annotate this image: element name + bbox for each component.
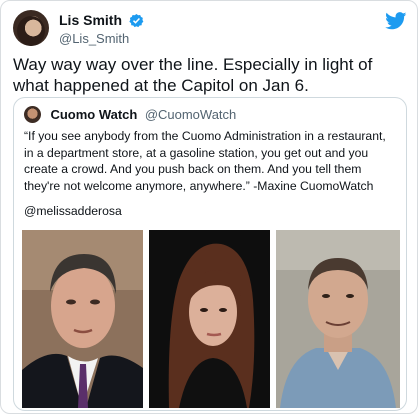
man-blue-shirt-photo[interactable]	[276, 230, 400, 408]
author-names: Lis Smith @Lis_Smith	[59, 11, 144, 47]
quoted-tweet-text: “If you see anybody from the Cuomo Admin…	[24, 129, 386, 193]
tweet-header: Lis Smith @Lis_Smith	[13, 10, 409, 48]
quoted-tweet-photos	[22, 230, 400, 408]
tweet-card[interactable]: Lis Smith @Lis_Smith Way way way over th…	[0, 0, 418, 414]
quoted-author-avatar[interactable]	[24, 106, 41, 123]
man-in-suit-photo[interactable]	[22, 230, 143, 408]
quoted-tweet[interactable]: Cuomo Watch @CuomoWatch “If you see anyb…	[13, 97, 407, 411]
quoted-author-display-name[interactable]: Cuomo Watch	[50, 107, 137, 122]
author-display-name[interactable]: Lis Smith	[59, 11, 122, 29]
quoted-tweet-header: Cuomo Watch @CuomoWatch	[24, 106, 236, 124]
author-avatar[interactable]	[13, 10, 49, 46]
verified-badge-icon	[129, 13, 144, 28]
woman-dark-hair-photo[interactable]	[149, 230, 270, 408]
author-handle[interactable]: @Lis_Smith	[59, 30, 144, 47]
quoted-author-handle[interactable]: @CuomoWatch	[145, 107, 236, 122]
tweet-text: Way way way over the line. Especially in…	[13, 55, 373, 95]
twitter-bird-icon[interactable]	[385, 12, 407, 30]
quoted-tweet-mention[interactable]: @melissadderosa	[24, 204, 122, 218]
